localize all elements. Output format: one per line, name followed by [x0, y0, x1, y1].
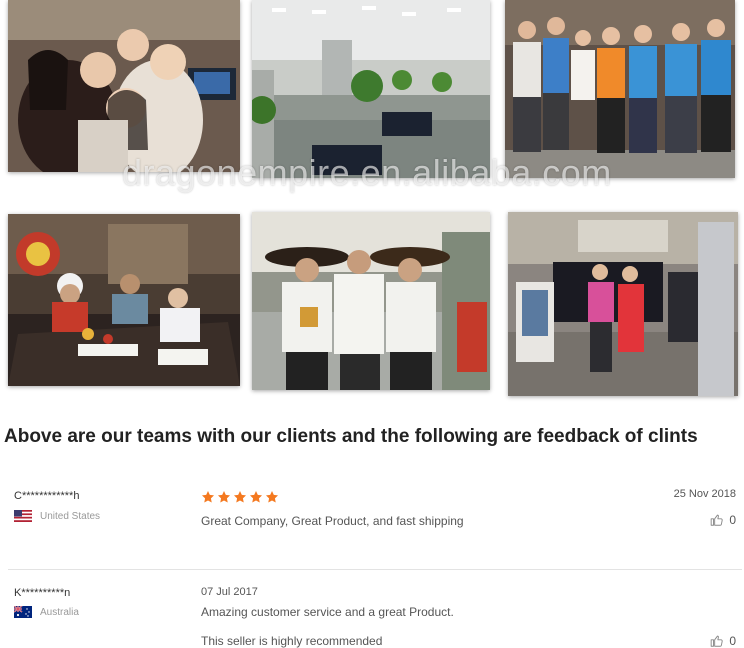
review-text: Great Company, Great Product, and fast s…: [201, 514, 464, 528]
star-icon: [233, 491, 247, 503]
australia-flag-icon: [13, 605, 32, 618]
us-flag-icon: [14, 510, 32, 522]
page-headline: Above are our teams with our clients and…: [4, 426, 698, 447]
review-item: K**********n Australia 07 Jul 2017 Amazi…: [0, 578, 744, 648]
country-label: Australia: [40, 606, 79, 618]
star-icon: [249, 491, 263, 503]
like-button[interactable]: 0: [710, 634, 736, 648]
rating-stars: [201, 490, 279, 504]
reviewer-name: C************h: [14, 490, 80, 502]
watermark-text: dragonempire.en.alibaba.com: [122, 152, 612, 193]
photo-clients-straw-hats: [252, 212, 490, 390]
country-label: United States: [40, 510, 101, 522]
reviewer-country: Australia: [13, 605, 79, 618]
review-item: C************h United States 25 Nov 2018…: [0, 480, 744, 568]
photo-office-staff: [8, 0, 240, 172]
thumbs-up-icon: [711, 635, 723, 647]
reviewer-name: K**********n: [14, 587, 71, 599]
thumbs-up-icon: [711, 514, 723, 526]
review-date: 07 Jul 2017: [201, 586, 258, 598]
like-count: 0: [729, 513, 736, 527]
review-text-second-line: This seller is highly recommended: [201, 634, 383, 648]
photo-exhibition-booth: [508, 212, 738, 396]
review-divider: [8, 569, 742, 570]
star-icon: [201, 491, 215, 503]
like-count: 0: [729, 634, 736, 648]
reviewer-country: United States: [14, 510, 100, 522]
star-icon: [217, 491, 231, 503]
review-date: 25 Nov 2018: [673, 488, 736, 500]
photo-client-meeting: [8, 214, 240, 386]
star-icon: [265, 491, 279, 503]
like-button[interactable]: 0: [710, 513, 736, 527]
review-text: Amazing customer service and a great Pro…: [201, 605, 454, 619]
